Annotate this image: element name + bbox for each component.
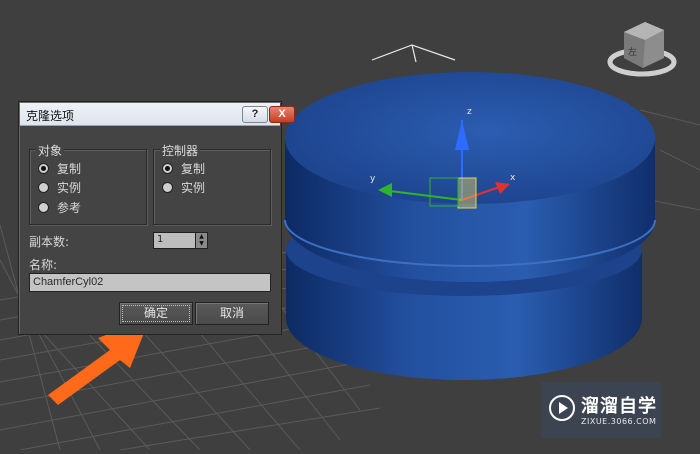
close-button[interactable]: X [269,106,295,123]
cancel-button[interactable]: 取消 [195,302,269,325]
option-label: 实例 [57,180,82,195]
radio-copy[interactable] [162,162,173,174]
controller-option-copy[interactable]: 复制 [162,160,205,176]
object-group-label: 对象 [36,142,65,159]
copies-value: 1 [157,234,164,245]
radio-copy[interactable] [38,162,49,174]
watermark-sub: ZIXUE.3066.COM [581,417,657,426]
radio-instance[interactable] [162,181,173,193]
spinner-arrows-icon[interactable]: ▲ ▼ [195,232,208,249]
controller-group: 控制器 复制 实例 [153,142,271,225]
radio-instance[interactable] [38,181,49,193]
object-group: 对象 复制 实例 参考 [29,142,147,225]
axis-y-label: y [370,174,376,184]
clone-options-dialog: 克隆选项 ? X 对象 复制 实例 参考 控制器 复制 实例 副本数: 1 ▲ … [18,101,295,335]
play-logo-icon [549,395,575,421]
watermark-main: 溜溜自学 [581,396,657,417]
axis-x-label: x [510,173,516,183]
object-option-copy[interactable]: 复制 [38,160,81,176]
controller-group-label: 控制器 [160,142,201,159]
object-option-instance[interactable]: 实例 [38,179,81,195]
dialog-title: 克隆选项 [26,109,75,123]
controller-option-instance[interactable]: 实例 [162,179,205,195]
viewcube-face-label: 左 [628,46,637,58]
axis-z-label: z [467,107,472,117]
object-option-reference[interactable]: 参考 [38,199,81,215]
watermark: 溜溜自学 ZIXUE.3066.COM [541,382,661,438]
name-input[interactable]: ChamferCyl02 [29,273,271,292]
option-label: 参考 [57,200,82,215]
viewcube-icon [607,22,677,77]
name-label: 名称: [29,258,58,272]
copies-label: 副本数: [29,235,70,249]
chamfer-cylinder-top [284,72,656,282]
option-label: 复制 [57,161,82,176]
option-label: 复制 [181,161,206,176]
dialog-titlebar[interactable]: 克隆选项 ? X [20,103,295,126]
ok-button[interactable]: 确定 [119,302,193,325]
radio-reference[interactable] [38,201,49,213]
help-button[interactable]: ? [242,106,268,123]
option-label: 实例 [181,180,206,195]
